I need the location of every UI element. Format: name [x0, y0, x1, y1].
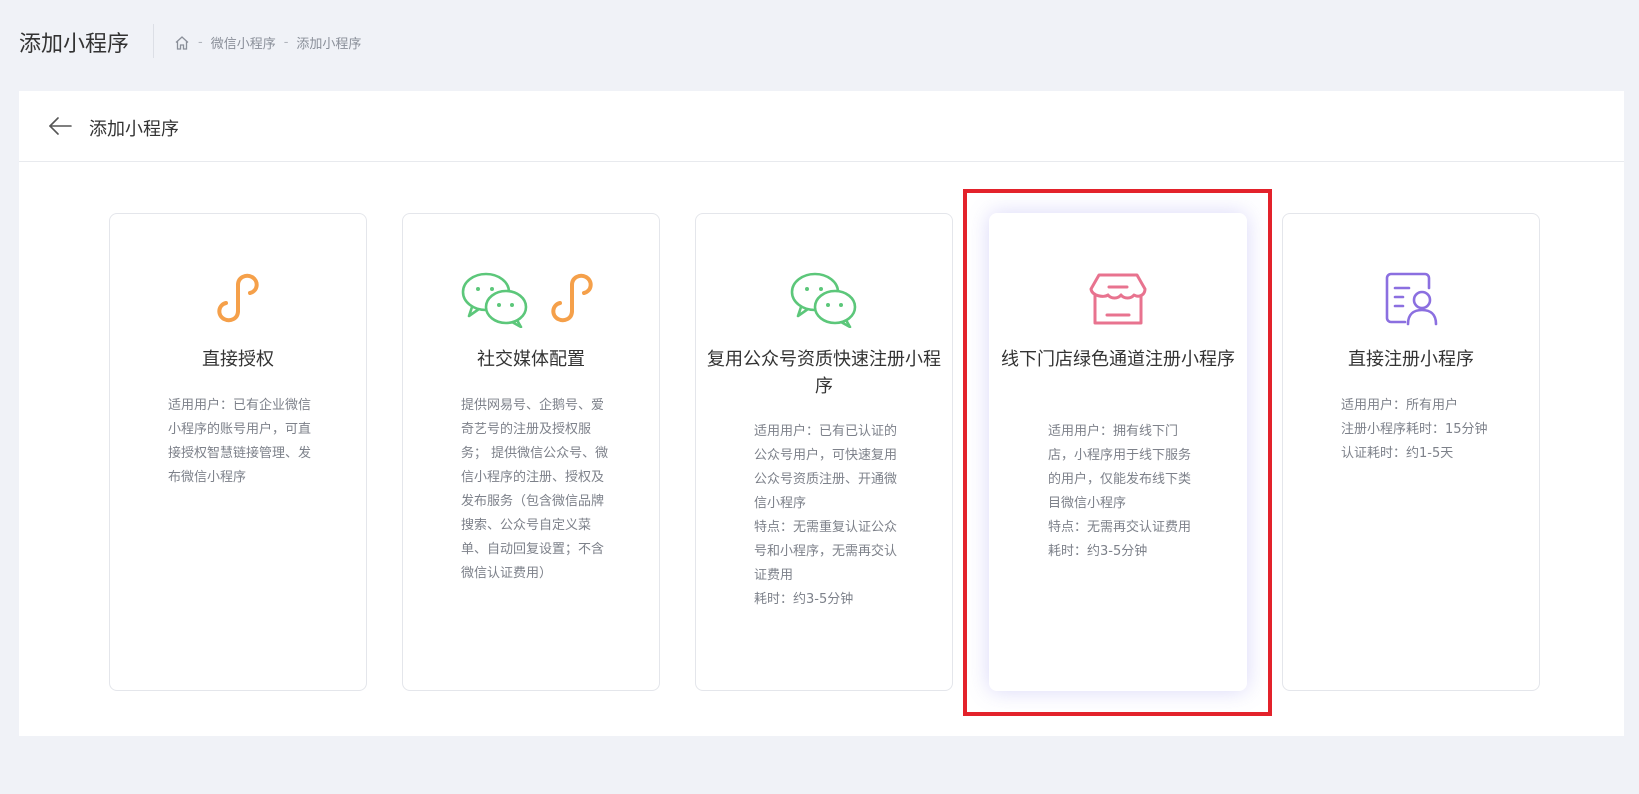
breadcrumb: - 微信小程序 - 添加小程序 [174, 33, 361, 52]
header-divider [153, 24, 154, 58]
mini-program-icon [542, 271, 602, 331]
store-icon [1087, 271, 1149, 331]
panel-title: 添加小程序 [89, 119, 179, 140]
card-description: 适用用户：已有已认证的公众号用户，可快速复用公众号资质注册、开通微信小程序 特点… [754, 424, 898, 607]
card-icon-group [403, 272, 659, 330]
page-title: 添加小程序 [19, 32, 130, 57]
panel-header: 添加小程序 [19, 91, 1624, 162]
card-description: 适用用户：拥有线下门店，小程序用于线下服务的用户，仅能发布线下类目微信小程序 特… [1048, 424, 1192, 559]
card-title: 线下门店绿色通道注册小程序 [1001, 349, 1235, 370]
mini-program-icon [208, 271, 268, 331]
card-title: 直接授权 [202, 349, 274, 370]
card-icon-group [696, 272, 952, 330]
card-title: 社交媒体配置 [477, 349, 585, 370]
top-bar: 添加小程序 - 微信小程序 - 添加小程序 [0, 0, 1639, 84]
id-card-icon [1381, 270, 1441, 332]
breadcrumb-separator: - [198, 35, 203, 50]
card-title: 直接注册小程序 [1348, 349, 1474, 370]
breadcrumb-separator: - [283, 35, 289, 50]
card-icon-group [110, 272, 366, 330]
option-card-direct-register[interactable]: 直接注册小程序 适用用户：所有用户 注册小程序耗时：15分钟 认证耗时：约1-5… [1282, 213, 1540, 691]
card-description: 适用用户：已有企业微信小程序的账号用户，可直接授权智慧链接管理、发布微信小程序 [168, 398, 312, 485]
breadcrumb-item-add-mini-program: 添加小程序 [296, 37, 362, 52]
option-card-reuse-official-account[interactable]: 复用公众号资质快速注册小程序 适用用户：已有已认证的公众号用户，可快速复用公众号… [695, 213, 953, 691]
wechat-icon [789, 270, 859, 332]
back-arrow-icon[interactable] [47, 115, 73, 137]
option-card-direct-authorize[interactable]: 直接授权 适用用户：已有企业微信小程序的账号用户，可直接授权智慧链接管理、发布微… [109, 213, 367, 691]
card-description: 适用用户：所有用户 注册小程序耗时：15分钟 认证耗时：约1-5天 [1341, 398, 1488, 461]
option-card-offline-store[interactable]: 线下门店绿色通道注册小程序 适用用户：拥有线下门店，小程序用于线下服务的用户，仅… [989, 213, 1247, 691]
wechat-icon [460, 270, 530, 332]
main-panel: 添加小程序 直接授权 适用用户：已有企业微信小程序的账号用户，可直接授权智慧链接… [19, 91, 1624, 736]
option-card-social-media[interactable]: 社交媒体配置 提供网易号、企鹅号、爱奇艺号的注册及授权服务； 提供微信公众号、微… [402, 213, 660, 691]
card-icon-group [990, 272, 1246, 330]
card-title: 复用公众号资质快速注册小程序 [707, 349, 941, 397]
card-description: 提供网易号、企鹅号、爱奇艺号的注册及授权服务； 提供微信公众号、微信小程序的注册… [461, 398, 609, 581]
breadcrumb-item-wechat-mini-program[interactable]: 微信小程序 [211, 33, 276, 52]
home-icon[interactable] [174, 35, 190, 51]
card-icon-group [1283, 272, 1539, 330]
